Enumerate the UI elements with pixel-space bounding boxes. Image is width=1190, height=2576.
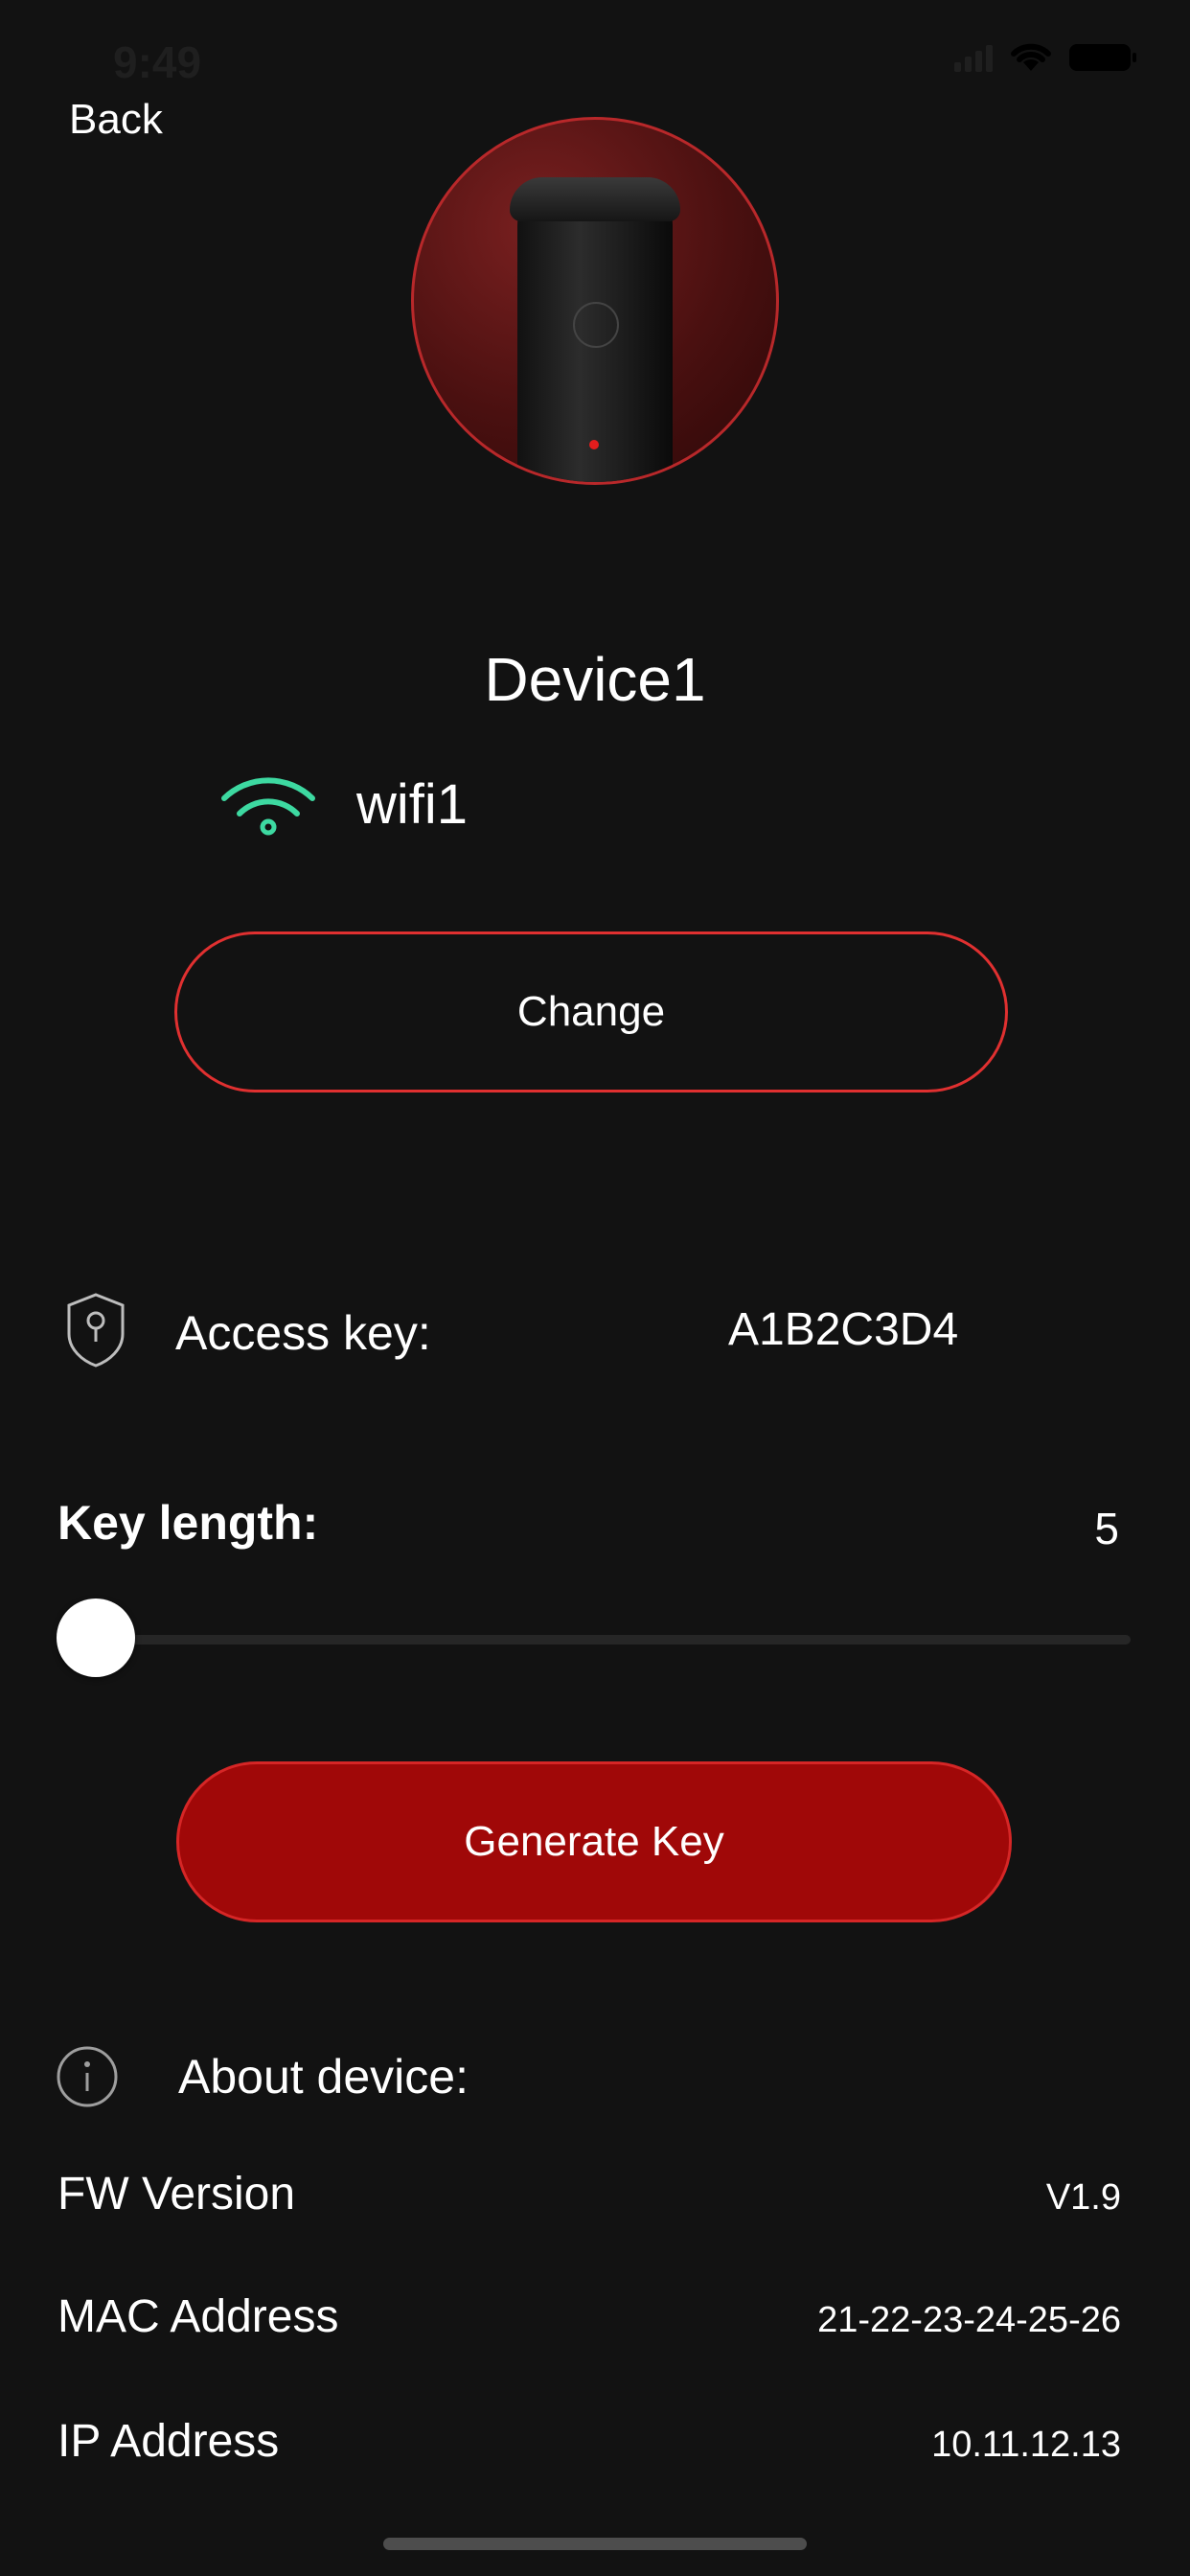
device-cap	[510, 177, 680, 221]
key-length-value: 5	[1094, 1504, 1119, 1553]
device-indicator-dot	[589, 440, 599, 449]
ip-address-label: IP Address	[57, 2416, 280, 2467]
mac-address-label: MAC Address	[57, 2291, 339, 2342]
fw-version-label: FW Version	[57, 2169, 296, 2220]
back-button[interactable]: Back	[69, 96, 163, 144]
cellular-signal-icon	[954, 43, 993, 72]
device-control-ring	[573, 302, 619, 348]
mac-address-value: 21-22-23-24-25-26	[817, 2300, 1121, 2340]
change-button[interactable]: Change	[174, 932, 1008, 1092]
status-wifi-icon	[1011, 43, 1051, 71]
status-icons	[954, 42, 1136, 73]
wifi-name: wifi1	[356, 773, 469, 836]
device-name: Device1	[484, 645, 706, 714]
ip-address-value: 10.11.12.13	[931, 2425, 1121, 2465]
access-key-value: A1B2C3D4	[728, 1304, 959, 1355]
key-length-slider-track[interactable]	[96, 1635, 1131, 1644]
key-length-label: Key length:	[57, 1496, 319, 1550]
device-image	[411, 117, 779, 485]
wifi-icon	[221, 776, 315, 835]
key-length-slider-thumb[interactable]	[57, 1598, 135, 1677]
fw-version-value: V1.9	[1045, 2177, 1121, 2218]
battery-icon	[1069, 44, 1136, 71]
wifi-row: wifi1	[218, 772, 468, 837]
info-icon	[57, 2046, 118, 2107]
status-time: 9:49	[113, 37, 202, 87]
shield-key-icon	[67, 1293, 125, 1368]
home-indicator[interactable]	[383, 2538, 807, 2550]
about-device-label: About device:	[178, 2050, 469, 2104]
generate-key-button[interactable]: Generate Key	[176, 1761, 1012, 1922]
access-key-label: Access key:	[175, 1306, 431, 1360]
